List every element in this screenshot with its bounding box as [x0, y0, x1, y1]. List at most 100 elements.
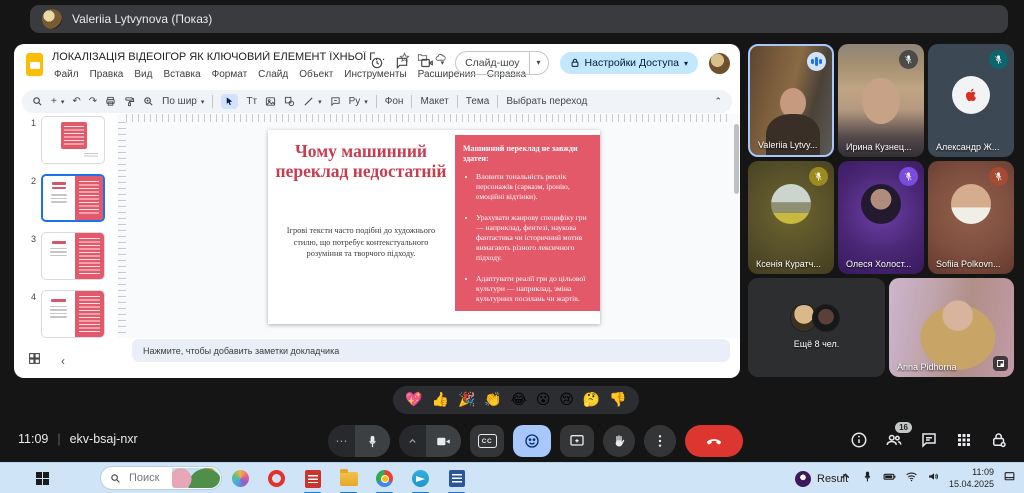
picture-in-picture-icon[interactable]: [993, 356, 1008, 371]
menu-file[interactable]: Файл: [54, 69, 79, 80]
reaction-thumbs-up[interactable]: 👍: [432, 392, 449, 408]
slideshow-caret-icon[interactable]: ▾: [529, 52, 548, 74]
taskbar-pdf-icon[interactable]: [302, 463, 323, 493]
reaction-surprise[interactable]: 😮: [536, 392, 551, 408]
reaction-thumbs-down[interactable]: 👎: [609, 392, 626, 408]
speaker-notes[interactable]: Нажмите, чтобы добавить заметки докладчи…: [132, 339, 730, 362]
reaction-think[interactable]: 🤔: [583, 392, 600, 408]
reaction-cry[interactable]: 😢: [559, 392, 574, 408]
slide-title[interactable]: Чому машинний переклад недостатній: [268, 142, 454, 181]
taskbar-telegram-icon[interactable]: [410, 463, 431, 493]
history-icon[interactable]: [370, 56, 384, 70]
mic-options-icon[interactable]: ⋯: [328, 425, 355, 457]
taskbar-chrome-icon[interactable]: [374, 463, 395, 493]
menu-view[interactable]: Вид: [134, 69, 152, 80]
current-slide[interactable]: Чому машинний переклад недостатній Ігров…: [268, 130, 600, 324]
search-menus-icon[interactable]: [32, 96, 43, 107]
end-call-button[interactable]: [685, 425, 743, 457]
meet-camera-icon[interactable]: [420, 56, 434, 70]
tile-olesia[interactable]: Олеся Холост...: [838, 161, 924, 274]
reaction-laugh[interactable]: 😂: [511, 392, 527, 408]
doc-title[interactable]: ЛОКАЛІЗАЦІЯ ВІДЕОІГОР ЯК КЛЮЧОВИЙ ЕЛЕМЕН…: [52, 51, 392, 63]
tile-valeriia[interactable]: Valeriia Lytvy...: [748, 44, 834, 157]
theme-button[interactable]: Тема: [466, 96, 490, 107]
slide-red-panel[interactable]: Машинний переклад не завжди здатен: Влов…: [455, 135, 600, 311]
present-button[interactable]: [560, 425, 594, 457]
slide-thumbnail-4[interactable]: [41, 290, 105, 338]
taskbar-opera-icon[interactable]: [266, 463, 287, 493]
slide-thumbnail-1[interactable]: [41, 116, 105, 164]
slide-body-text[interactable]: Ігрові тексти часто подібні до художньог…: [268, 225, 454, 260]
tile-aleksandr[interactable]: Александр Ж...: [928, 44, 1014, 157]
search-seasonal-image[interactable]: [172, 468, 220, 488]
taskbar-copilot-icon[interactable]: [230, 463, 251, 493]
reaction-party[interactable]: 🎉: [458, 392, 475, 408]
taskbar-word-icon[interactable]: [446, 463, 467, 493]
chat-icon[interactable]: [920, 431, 938, 449]
taskbar-clock[interactable]: 11:09 15.04.2025: [949, 467, 994, 490]
add-icon[interactable]: +: [51, 96, 57, 107]
menu-object[interactable]: Объект: [299, 69, 333, 80]
participants-icon[interactable]: 16: [885, 431, 903, 449]
slide-thumbnail-3[interactable]: [41, 232, 105, 280]
tray-volume-icon[interactable]: [927, 470, 940, 488]
taskbar-search[interactable]: [100, 466, 222, 490]
paint-format-icon[interactable]: [124, 96, 135, 107]
windows-start-icon[interactable]: [36, 472, 49, 485]
pen-tool-icon[interactable]: Ру: [349, 96, 361, 107]
camera-caret-icon[interactable]: ▾: [441, 59, 445, 67]
reactions-button-active[interactable]: [513, 425, 551, 457]
grid-view-icon[interactable]: [28, 352, 41, 370]
menu-slide[interactable]: Слайд: [258, 69, 288, 80]
canvas-scrollbar[interactable]: [734, 124, 739, 194]
taskbar-explorer-icon[interactable]: [338, 463, 359, 493]
line-tool-icon[interactable]: [303, 96, 314, 107]
slideshow-button[interactable]: Слайд-шоу ▾: [455, 51, 548, 75]
tile-kseniia[interactable]: Ксенія Куратч...: [748, 161, 834, 274]
slide-thumbnail-2-selected[interactable]: [41, 174, 105, 222]
textbox-tool-icon[interactable]: Тт: [246, 96, 257, 107]
reaction-heart[interactable]: 💖: [405, 392, 422, 408]
notification-center-icon[interactable]: [1003, 470, 1016, 488]
tray-battery-icon[interactable]: [883, 470, 896, 488]
share-button[interactable]: Настройки Доступа ▾: [560, 52, 698, 74]
zoom-select[interactable]: По шир: [162, 96, 197, 107]
tile-iryna[interactable]: Ирина Кузнец...: [838, 44, 924, 157]
collapse-filmstrip-icon[interactable]: ‹: [61, 354, 65, 368]
comments-icon[interactable]: [395, 56, 409, 70]
menu-insert[interactable]: Вставка: [163, 69, 200, 80]
tile-sofiia[interactable]: Sofiia Polkovn...: [928, 161, 1014, 274]
meeting-info-icon[interactable]: [850, 431, 868, 449]
layout-button[interactable]: Макет: [420, 96, 448, 107]
select-tool-icon[interactable]: [221, 94, 238, 109]
print-icon[interactable]: [105, 96, 116, 107]
insert-image-icon[interactable]: [265, 96, 276, 107]
transition-button[interactable]: Выбрать переход: [506, 96, 587, 107]
menu-edit[interactable]: Правка: [90, 69, 124, 80]
tray-mic-icon[interactable]: [861, 470, 874, 488]
camera-button[interactable]: [399, 425, 461, 457]
toolbar-collapse-icon[interactable]: ⌃: [714, 96, 722, 107]
reaction-clap[interactable]: 👏: [484, 392, 501, 408]
shapes-tool-icon[interactable]: [284, 96, 295, 107]
host-controls-icon[interactable]: [990, 431, 1008, 449]
camera-options-icon[interactable]: [399, 425, 426, 457]
captions-button[interactable]: CC: [470, 425, 504, 457]
account-avatar[interactable]: [709, 53, 730, 74]
tray-expand-icon[interactable]: [839, 470, 852, 488]
activities-icon[interactable]: [955, 431, 973, 449]
background-button[interactable]: Фон: [385, 96, 404, 107]
more-options-button[interactable]: [644, 425, 676, 457]
tray-wifi-icon[interactable]: [905, 470, 918, 488]
tile-anna[interactable]: Anna Pidhorna: [889, 278, 1014, 377]
insert-comment-icon[interactable]: [330, 96, 341, 107]
tile-more-participants[interactable]: Ещё 8 чел.: [748, 278, 885, 377]
menu-format[interactable]: Формат: [212, 69, 248, 80]
raise-hand-button[interactable]: [603, 425, 635, 457]
panel-bullet-list: Вловити тональність реплік персонажів (с…: [463, 172, 590, 303]
undo-icon[interactable]: ↶: [72, 96, 80, 107]
mic-button[interactable]: ⋯: [328, 425, 390, 457]
zoom-icon[interactable]: [143, 96, 154, 107]
tile-name: Valeriia Lytvy...: [758, 140, 817, 150]
redo-icon[interactable]: ↷: [89, 96, 97, 107]
